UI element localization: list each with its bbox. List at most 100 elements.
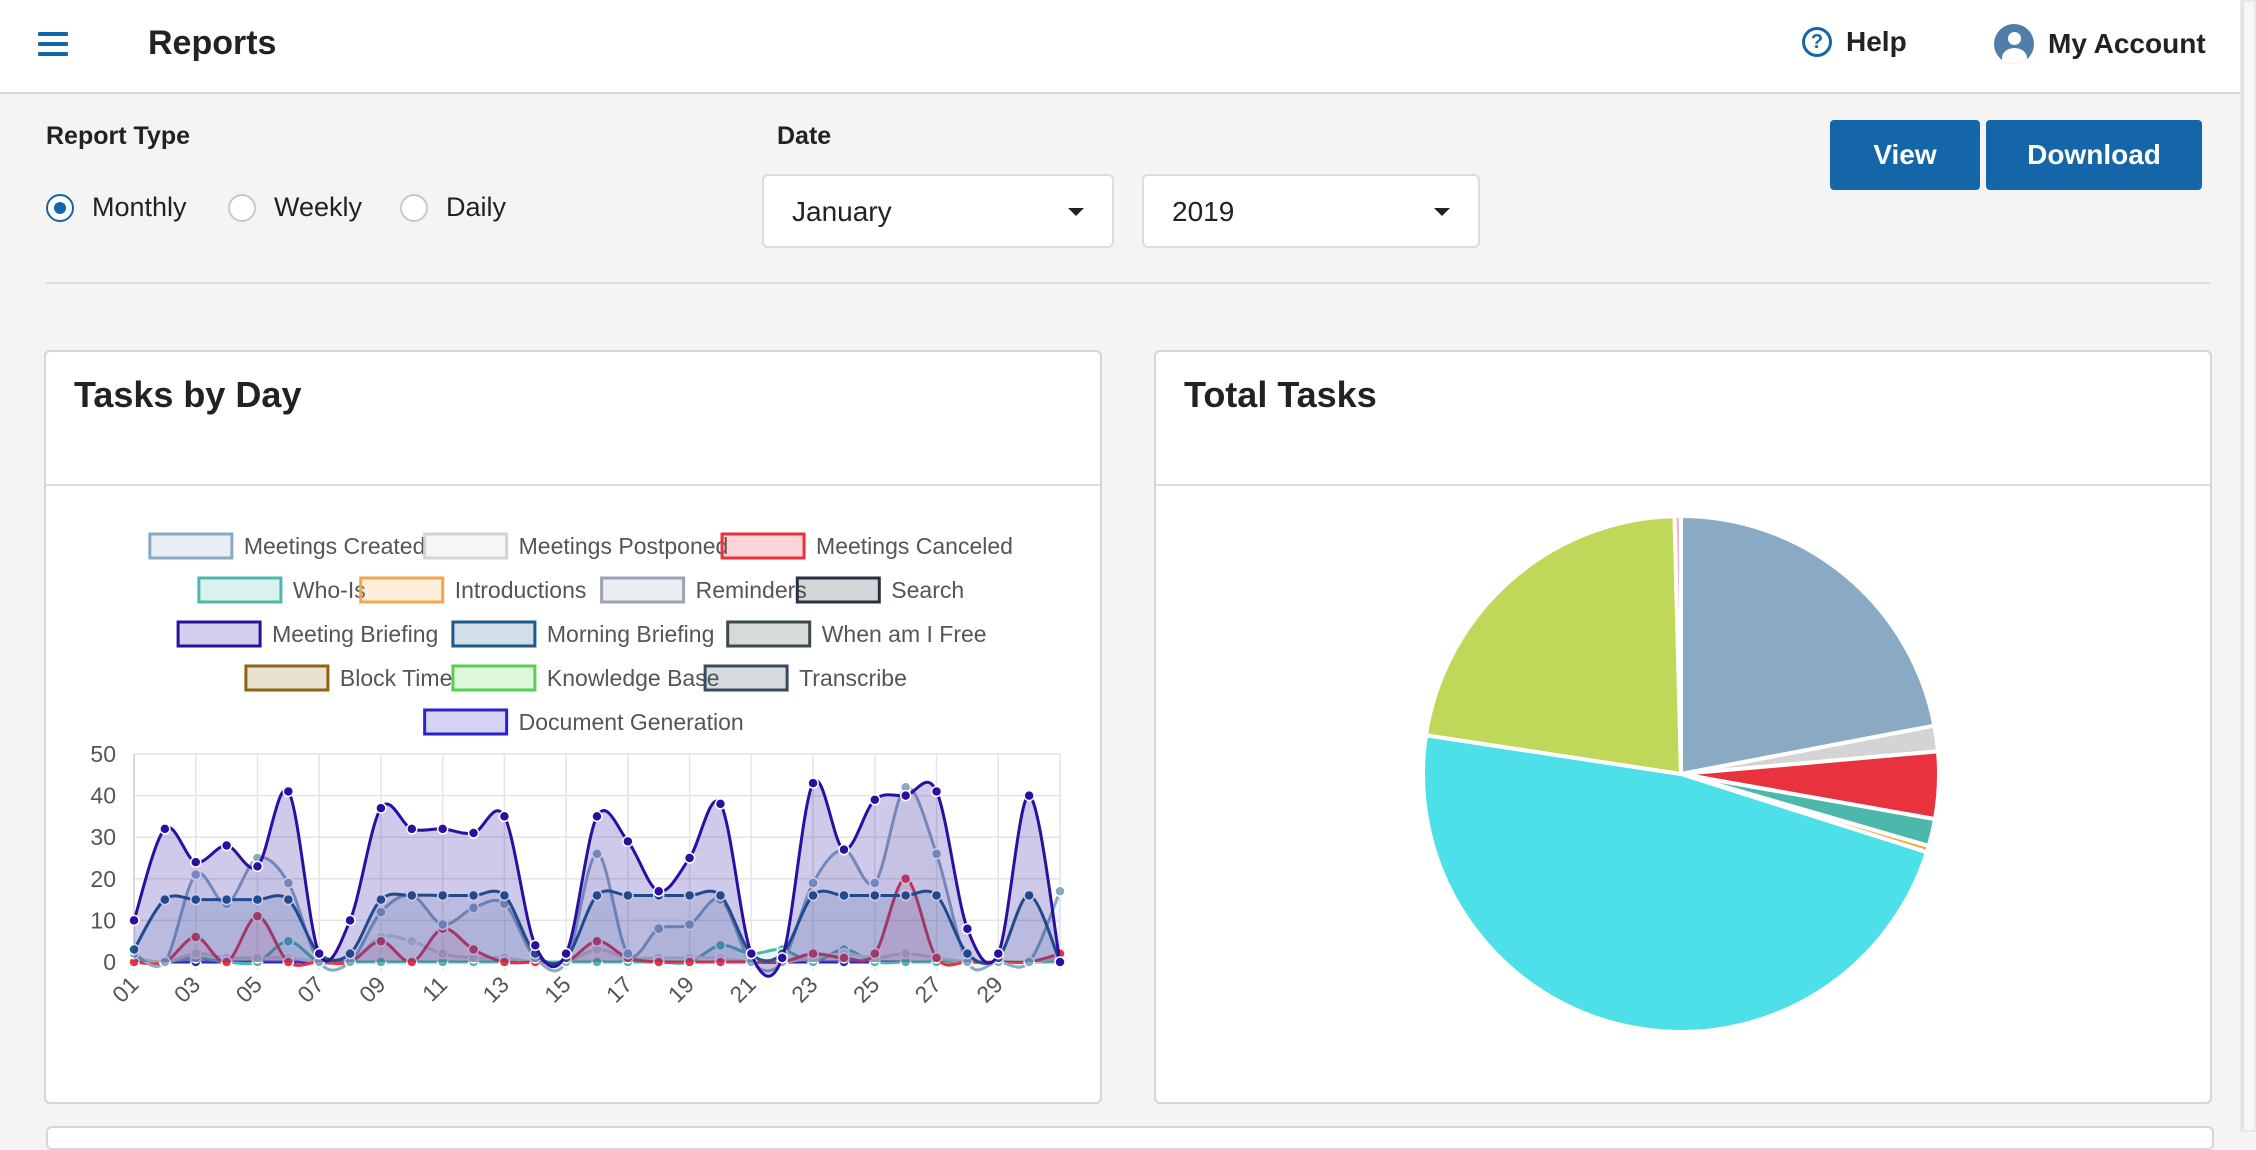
x-tick-label: 05	[231, 971, 267, 1007]
data-point	[714, 798, 727, 810]
hamburger-menu-icon[interactable]	[38, 32, 68, 58]
radio-weekly-circle[interactable]	[228, 193, 256, 222]
data-point	[498, 810, 511, 823]
x-tick-label: 07	[292, 971, 328, 1007]
legend-label: Transcribe	[799, 665, 907, 691]
data-point	[436, 823, 449, 835]
legend-swatch	[451, 664, 537, 692]
radio-weekly[interactable]: Weekly	[228, 192, 362, 223]
legend-label: Meetings Created	[244, 533, 426, 559]
page-scrollbar[interactable]	[2240, 0, 2256, 1132]
month-select-value: January	[792, 196, 892, 227]
data-point	[189, 856, 202, 868]
x-tick-label: 09	[354, 971, 390, 1007]
download-button[interactable]: Download	[1986, 120, 2202, 190]
data-point	[344, 914, 356, 927]
radio-daily[interactable]: Daily	[400, 192, 506, 223]
help-label: Help	[1846, 26, 1907, 57]
legend-swatch	[726, 620, 812, 648]
legend-swatch	[197, 576, 283, 604]
scrollbar-thumb[interactable]	[2243, 2, 2254, 1130]
tasks-by-day-chart: Meetings Created Meetings Postponed Meetin…	[90, 532, 1066, 1008]
legend-label: Who-Is	[293, 577, 366, 603]
legend-swatch	[423, 532, 509, 560]
date-label: Date	[777, 122, 832, 150]
series-area	[134, 780, 1060, 977]
legend-label: Search	[891, 577, 964, 603]
question-circle-icon: ?	[1802, 27, 1832, 57]
legend-item: Meetings Created	[148, 532, 426, 560]
data-point	[992, 947, 1005, 960]
legend-item: When am I Free	[726, 620, 987, 648]
x-tick-label: 11	[417, 971, 452, 1006]
data-point	[467, 827, 480, 839]
legend-label: Meeting Briefing	[272, 621, 438, 647]
legend-swatch	[795, 576, 881, 604]
total-tasks-card: Total Tasks	[1154, 350, 2212, 1104]
legend-item: Introductions	[359, 576, 586, 604]
report-type-label: Report Type	[46, 122, 190, 150]
x-tick-label: 23	[786, 971, 822, 1007]
view-button[interactable]: View	[1830, 120, 1980, 190]
filters-divider	[46, 282, 2210, 284]
legend-item: Meetings Postponed	[423, 532, 729, 560]
legend-swatch	[359, 576, 445, 604]
data-point	[591, 810, 603, 823]
data-point	[406, 823, 418, 835]
x-tick-label: 29	[971, 971, 1007, 1007]
radio-daily-circle[interactable]	[400, 193, 428, 222]
my-account-link[interactable]: My Account	[1994, 24, 2206, 64]
legend-swatch	[423, 708, 509, 736]
x-tick-label: 17	[601, 971, 637, 1007]
my-account-label: My Account	[2048, 28, 2206, 59]
data-point	[838, 843, 850, 856]
series-meeting-briefing	[128, 777, 1066, 978]
top-bar: Reports ? Help My Account	[0, 0, 2240, 94]
data-point	[683, 852, 696, 864]
year-select[interactable]: 2019	[1142, 174, 1480, 248]
data-point	[930, 785, 943, 798]
legend-swatch	[451, 620, 537, 648]
legend-item: Morning Briefing	[451, 620, 714, 648]
y-tick-label: 0	[103, 949, 116, 975]
data-point	[652, 885, 665, 898]
legend-swatch	[720, 532, 806, 560]
y-tick-label: 10	[90, 907, 116, 933]
year-select-value: 2019	[1172, 196, 1235, 227]
data-point	[282, 785, 295, 798]
data-point	[159, 823, 171, 835]
x-tick-label: 19	[663, 971, 699, 1007]
legend-item: Block Time	[244, 664, 452, 692]
x-tick-label: 25	[848, 971, 884, 1007]
data-point	[1054, 956, 1066, 968]
x-tick-label: 21	[724, 971, 760, 1007]
radio-monthly[interactable]: Monthly	[46, 192, 187, 223]
month-select[interactable]: January	[762, 174, 1114, 248]
legend-swatch	[703, 664, 789, 692]
y-tick-label: 20	[90, 866, 116, 892]
legend-label: When am I Free	[822, 621, 987, 647]
radio-daily-label: Daily	[446, 192, 507, 222]
radio-weekly-label: Weekly	[274, 192, 363, 222]
tasks-by-day-card: Tasks by Day Meetings Created Meetings Po…	[44, 350, 1102, 1104]
x-tick-label: 01	[107, 971, 143, 1007]
legend-item: Reminders	[600, 576, 807, 604]
legend-item: Knowledge Base	[451, 664, 720, 692]
legend-item: Who-Is	[197, 576, 366, 604]
legend-item: Search	[795, 576, 964, 604]
legend-item: Transcribe	[703, 664, 907, 692]
help-link[interactable]: ? Help	[1802, 26, 1907, 58]
legend-label: Reminders	[696, 577, 807, 603]
data-point	[128, 914, 140, 927]
legend-label: Meetings Postponed	[519, 533, 729, 559]
legend-swatch	[600, 576, 686, 604]
radio-monthly-circle[interactable]	[46, 193, 74, 222]
x-tick-label: 03	[169, 971, 205, 1007]
data-point	[745, 947, 758, 960]
data-point	[375, 802, 387, 814]
legend-swatch	[148, 532, 234, 560]
radio-monthly-label: Monthly	[92, 192, 187, 222]
data-point	[807, 777, 819, 789]
data-point	[869, 794, 881, 806]
data-point	[220, 839, 233, 852]
